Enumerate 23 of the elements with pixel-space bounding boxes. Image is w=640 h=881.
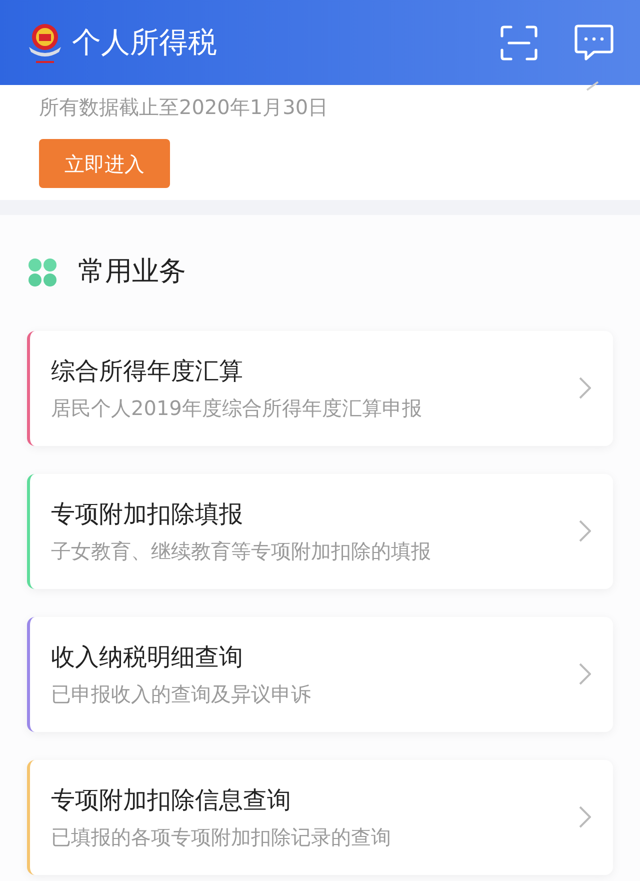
scan-icon[interactable] <box>500 24 538 60</box>
chevron-right-icon <box>579 663 591 685</box>
service-card[interactable]: 收入纳税明细查询 已申报收入的查询及异议申诉 <box>27 616 613 732</box>
service-description: 已申报收入的查询及异议申诉 <box>51 681 312 708</box>
app-title: 个人所得税 <box>72 24 217 61</box>
data-cutoff-text: 所有数据截止至2020年1月30日 <box>39 94 330 121</box>
service-title: 专项附加扣除填报 <box>51 499 244 530</box>
service-description: 已填报的各项专项附加扣除记录的查询 <box>51 824 392 851</box>
chevron-right-icon <box>579 806 591 828</box>
service-title: 专项附加扣除信息查询 <box>51 785 292 816</box>
service-card[interactable]: 专项附加扣除信息查询 已填报的各项专项附加扣除记录的查询 <box>27 760 613 874</box>
service-description: 居民个人2019年度综合所得年度汇算申报 <box>51 395 423 422</box>
service-title: 收入纳税明细查询 <box>51 642 244 673</box>
service-title: 综合所得年度汇算 <box>51 356 244 387</box>
message-icon[interactable] <box>574 24 614 62</box>
chevron-right-icon <box>579 520 591 542</box>
service-card[interactable]: 综合所得年度汇算 居民个人2019年度综合所得年度汇算申报 <box>27 330 613 446</box>
section-title: 常用业务 <box>78 255 186 289</box>
chevron-icon <box>586 81 600 91</box>
grid-icon <box>28 258 57 287</box>
service-description: 子女教育、继续教育等专项附加扣除的填报 <box>51 538 432 565</box>
chevron-right-icon <box>579 377 591 399</box>
service-card[interactable]: 专项附加扣除填报 子女教育、继续教育等专项附加扣除的填报 <box>27 474 613 588</box>
